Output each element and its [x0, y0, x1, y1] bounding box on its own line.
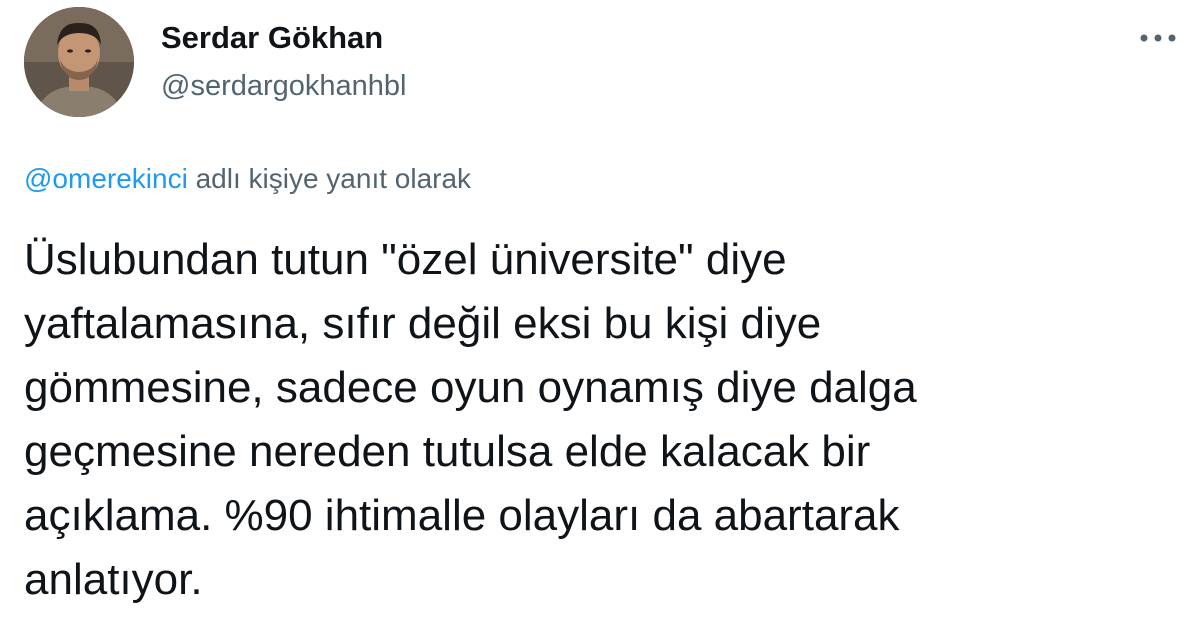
reply-mention-link[interactable]: @omerekinci: [24, 163, 188, 194]
tweet-text: Üslubundan tutun "özel üniversite" diye …: [24, 228, 1164, 612]
tweet-text-line: yaftalamasına, sıfır değil eksi bu kişi …: [24, 299, 822, 348]
author-display-name[interactable]: Serdar Gökhan: [161, 20, 383, 56]
tweet-text-line: gömmesine, sadece oyun oynamış diye dalg…: [24, 363, 917, 412]
reply-context-text: adlı kişiye yanıt olarak: [187, 163, 472, 194]
tweet-card: Serdar Gökhan @serdargokhanhbl @omerekin…: [0, 0, 1200, 631]
tweet-text-line: anlatıyor.: [24, 555, 203, 604]
more-options-button[interactable]: [1130, 20, 1186, 56]
author-handle[interactable]: @serdargokhanhbl: [161, 70, 406, 103]
avatar[interactable]: [24, 7, 134, 117]
more-horizontal-icon: [1140, 34, 1176, 42]
avatar-photo: [24, 7, 134, 117]
tweet-text-line: açıklama. %90 ihtimalle olayları da abar…: [24, 491, 900, 540]
tweet-text-line: geçmesine nereden tutulsa elde kalacak b…: [24, 427, 871, 476]
reply-context: @omerekinci adlı kişiye yanıt olarak: [24, 163, 471, 195]
tweet-text-line: Üslubundan tutun "özel üniversite" diye: [24, 235, 787, 284]
